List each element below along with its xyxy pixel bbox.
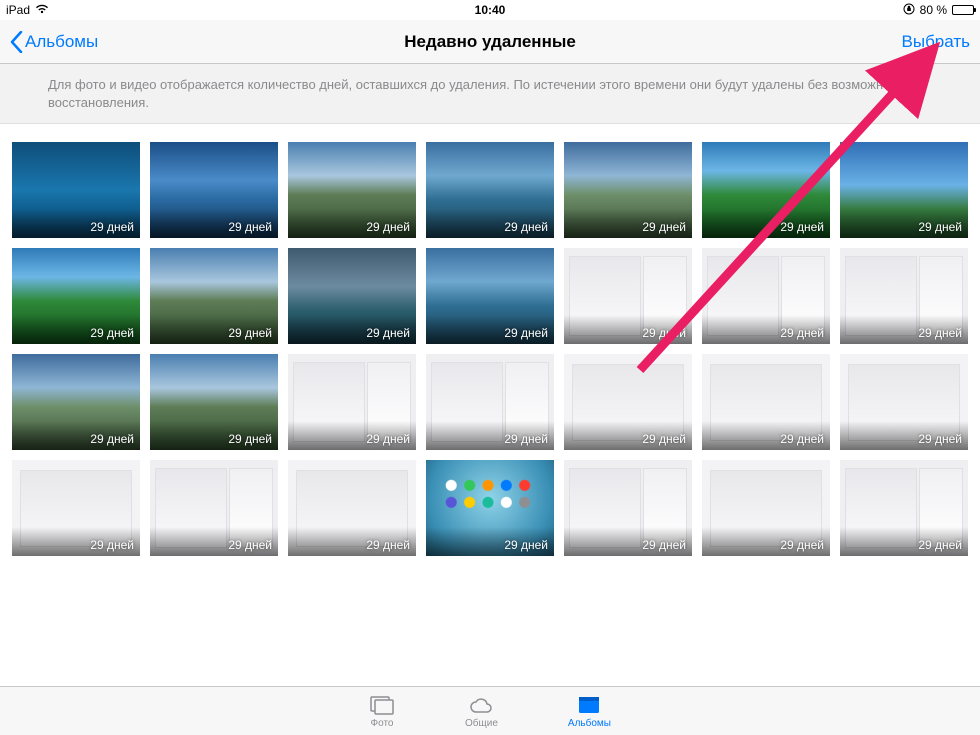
photo-thumbnail[interactable]: 29 дней — [150, 354, 278, 450]
photo-thumbnail[interactable]: 29 дней — [426, 460, 554, 556]
info-banner: Для фото и видео отображается количество… — [0, 64, 980, 124]
cloud-icon — [468, 694, 494, 716]
tab-label: Альбомы — [568, 718, 611, 729]
orientation-lock-icon — [903, 3, 915, 18]
photo-thumbnail[interactable]: 29 дней — [426, 248, 554, 344]
photo-thumbnail[interactable]: 29 дней — [702, 354, 830, 450]
photo-thumbnail[interactable]: 29 дней — [840, 460, 968, 556]
photo-thumbnail[interactable]: 29 дней — [12, 248, 140, 344]
photos-icon — [369, 694, 395, 716]
photo-thumbnail[interactable]: 29 дней — [564, 354, 692, 450]
days-remaining-label: 29 дней — [228, 220, 272, 234]
photo-thumbnail[interactable]: 29 дней — [12, 460, 140, 556]
days-remaining-label: 29 дней — [918, 220, 962, 234]
days-remaining-label: 29 дней — [918, 432, 962, 446]
days-remaining-label: 29 дней — [504, 220, 548, 234]
wifi-icon — [35, 3, 49, 17]
days-remaining-label: 29 дней — [780, 220, 824, 234]
photo-thumbnail[interactable]: 29 дней — [702, 248, 830, 344]
days-remaining-label: 29 дней — [90, 432, 134, 446]
photo-thumbnail[interactable]: 29 дней — [288, 248, 416, 344]
photo-thumbnail[interactable]: 29 дней — [150, 248, 278, 344]
tab-label: Общие — [465, 718, 498, 729]
days-remaining-label: 29 дней — [642, 326, 686, 340]
tab-bar: Фото Общие Альбомы — [0, 686, 980, 735]
albums-icon — [576, 694, 602, 716]
device-label: iPad — [6, 3, 30, 17]
days-remaining-label: 29 дней — [918, 326, 962, 340]
days-remaining-label: 29 дней — [228, 538, 272, 552]
days-remaining-label: 29 дней — [90, 538, 134, 552]
photo-thumbnail[interactable]: 29 дней — [288, 142, 416, 238]
photo-thumbnail[interactable]: 29 дней — [840, 248, 968, 344]
days-remaining-label: 29 дней — [642, 538, 686, 552]
photo-thumbnail[interactable]: 29 дней — [702, 460, 830, 556]
photo-thumbnail[interactable]: 29 дней — [288, 460, 416, 556]
days-remaining-label: 29 дней — [90, 220, 134, 234]
days-remaining-label: 29 дней — [366, 538, 410, 552]
days-remaining-label: 29 дней — [228, 326, 272, 340]
days-remaining-label: 29 дней — [366, 432, 410, 446]
days-remaining-label: 29 дней — [504, 326, 548, 340]
battery-pct: 80 % — [920, 3, 947, 17]
photo-thumbnail[interactable]: 29 дней — [288, 354, 416, 450]
tab-albums[interactable]: Альбомы — [568, 694, 611, 729]
days-remaining-label: 29 дней — [90, 326, 134, 340]
days-remaining-label: 29 дней — [228, 432, 272, 446]
days-remaining-label: 29 дней — [918, 538, 962, 552]
photo-thumbnail[interactable]: 29 дней — [702, 142, 830, 238]
days-remaining-label: 29 дней — [780, 326, 824, 340]
photo-thumbnail[interactable]: 29 дней — [564, 142, 692, 238]
photo-thumbnail[interactable]: 29 дней — [426, 142, 554, 238]
tab-photos[interactable]: Фото — [369, 694, 395, 729]
days-remaining-label: 29 дней — [642, 220, 686, 234]
photo-thumbnail[interactable]: 29 дней — [426, 354, 554, 450]
days-remaining-label: 29 дней — [504, 538, 548, 552]
back-label: Альбомы — [25, 32, 98, 52]
photo-thumbnail[interactable]: 29 дней — [150, 460, 278, 556]
days-remaining-label: 29 дней — [780, 538, 824, 552]
back-button[interactable]: Альбомы — [10, 31, 98, 53]
days-remaining-label: 29 дней — [366, 220, 410, 234]
photo-thumbnail[interactable]: 29 дней — [150, 142, 278, 238]
days-remaining-label: 29 дней — [642, 432, 686, 446]
photo-thumbnail[interactable]: 29 дней — [840, 142, 968, 238]
status-bar: iPad 10:40 80 % — [0, 0, 980, 20]
photo-thumbnail[interactable]: 29 дней — [12, 354, 140, 450]
nav-bar: Альбомы Недавно удаленные Выбрать — [0, 20, 980, 64]
tab-shared[interactable]: Общие — [465, 694, 498, 729]
days-remaining-label: 29 дней — [504, 432, 548, 446]
battery-icon — [952, 5, 974, 15]
select-button[interactable]: Выбрать — [902, 32, 970, 52]
days-remaining-label: 29 дней — [780, 432, 824, 446]
photo-grid-container: 29 дней 29 дней 29 дней 29 дней 29 дней 29 дн… — [0, 124, 980, 699]
tab-label: Фото — [371, 718, 394, 729]
photo-thumbnail[interactable]: 29 дней — [840, 354, 968, 450]
photo-thumbnail[interactable]: 29 дней — [12, 142, 140, 238]
page-title: Недавно удаленные — [0, 32, 980, 52]
photo-thumbnail[interactable]: 29 дней — [564, 248, 692, 344]
photo-grid: 29 дней 29 дней 29 дней 29 дней 29 дней 29 дн… — [12, 142, 968, 556]
status-time: 10:40 — [0, 3, 980, 17]
chevron-left-icon — [10, 31, 23, 53]
photo-thumbnail[interactable]: 29 дней — [564, 460, 692, 556]
days-remaining-label: 29 дней — [366, 326, 410, 340]
